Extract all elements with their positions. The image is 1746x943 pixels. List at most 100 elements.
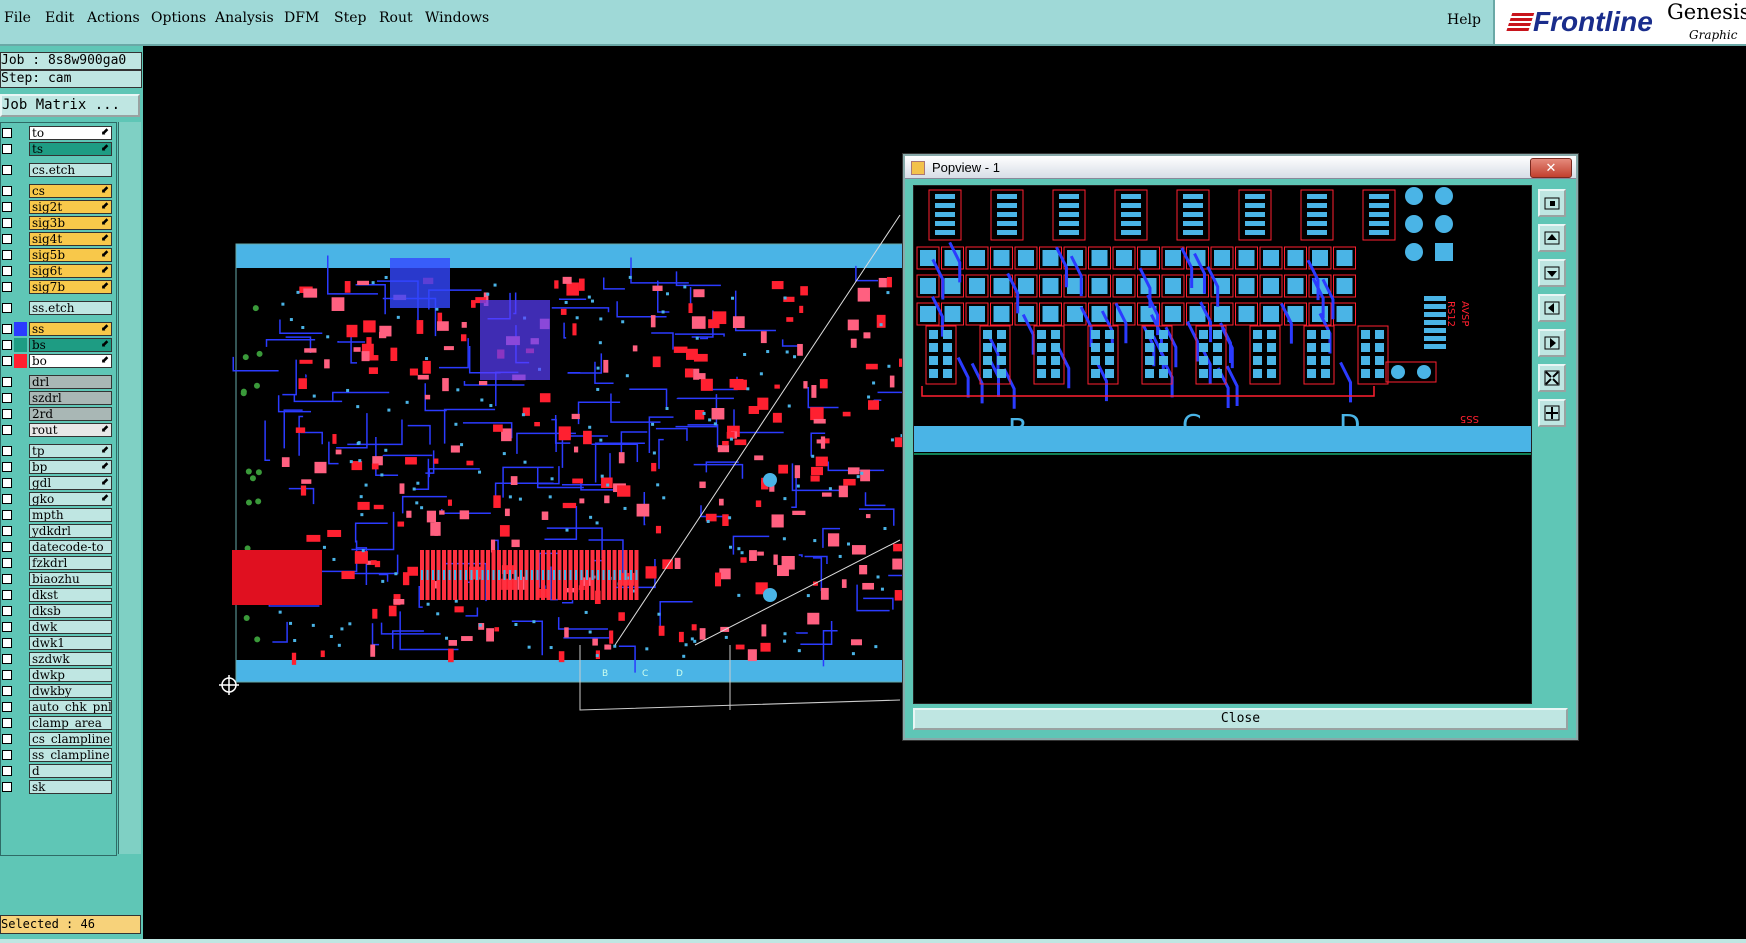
layer-color-swatch[interactable]: [14, 748, 27, 762]
layer-color-swatch[interactable]: [14, 636, 27, 650]
layer-color-swatch[interactable]: [14, 604, 27, 618]
layer-color-swatch[interactable]: [14, 588, 27, 602]
layer-row[interactable]: dksb: [1, 604, 115, 618]
layer-color-swatch[interactable]: [14, 200, 27, 214]
layer-name[interactable]: dwkby: [29, 684, 112, 698]
layer-name[interactable]: sig2t ⬋: [29, 200, 112, 214]
menu-file[interactable]: File: [4, 10, 31, 26]
layer-checkbox[interactable]: [2, 282, 12, 292]
pan-right-button[interactable]: [1538, 329, 1566, 357]
layer-name[interactable]: 2rd: [29, 407, 112, 421]
layer-name[interactable]: ydkdrl: [29, 524, 112, 538]
layer-checkbox[interactable]: [2, 766, 12, 776]
layer-color-swatch[interactable]: [14, 508, 27, 522]
close-icon[interactable]: ✕: [1530, 158, 1572, 178]
layer-color-swatch[interactable]: [14, 652, 27, 666]
layer-color-swatch[interactable]: [14, 407, 27, 421]
layer-color-swatch[interactable]: [14, 684, 27, 698]
layer-color-swatch[interactable]: [14, 476, 27, 490]
layer-checkbox[interactable]: [2, 425, 12, 435]
layer-checkbox[interactable]: [2, 574, 12, 584]
layer-color-swatch[interactable]: [14, 338, 27, 352]
layer-checkbox[interactable]: [2, 606, 12, 616]
layer-row[interactable]: datecode-to: [1, 540, 115, 554]
layer-row[interactable]: sk: [1, 780, 115, 794]
layer-row[interactable]: fzkdrl: [1, 556, 115, 570]
layer-name[interactable]: szdrl: [29, 391, 112, 405]
layer-color-swatch[interactable]: [14, 126, 27, 140]
layer-name[interactable]: clamp_area: [29, 716, 112, 730]
popview-canvas[interactable]: B C D RS12 AVSP SS5: [913, 185, 1532, 704]
layer-name[interactable]: cs_clampline: [29, 732, 112, 746]
layer-row[interactable]: ss ⬋: [1, 322, 115, 336]
layer-checkbox[interactable]: [2, 128, 12, 138]
menu-edit[interactable]: Edit: [45, 10, 74, 26]
layer-name[interactable]: fzkdrl: [29, 556, 112, 570]
layer-name[interactable]: gdl ⬋: [29, 476, 112, 490]
layer-name[interactable]: dwk1: [29, 636, 112, 650]
layer-name[interactable]: tp ⬋: [29, 444, 112, 458]
layer-name[interactable]: auto_chk_pnl: [29, 700, 112, 714]
layer-row[interactable]: szdrl: [1, 391, 115, 405]
layer-color-swatch[interactable]: [14, 572, 27, 586]
pan-down-button[interactable]: [1538, 259, 1566, 287]
layer-color-swatch[interactable]: [14, 620, 27, 634]
layer-name[interactable]: ts ⬋: [29, 142, 112, 156]
layer-color-swatch[interactable]: [14, 460, 27, 474]
layer-row[interactable]: sig7b ⬋: [1, 280, 115, 294]
layer-checkbox[interactable]: [2, 144, 12, 154]
layer-row[interactable]: mpth: [1, 508, 115, 522]
layer-row[interactable]: bo ⬋: [1, 354, 115, 368]
layer-row[interactable]: 2rd: [1, 407, 115, 421]
layer-name[interactable]: ss.etch: [29, 301, 112, 315]
layer-checkbox[interactable]: [2, 718, 12, 728]
layer-checkbox[interactable]: [2, 558, 12, 568]
menu-rout[interactable]: Rout: [379, 10, 413, 26]
layer-checkbox[interactable]: [2, 478, 12, 488]
layer-name[interactable]: cs ⬋: [29, 184, 112, 198]
layer-name[interactable]: sig5b ⬋: [29, 248, 112, 262]
layer-name[interactable]: datecode-to: [29, 540, 112, 554]
layer-checkbox[interactable]: [2, 218, 12, 228]
layer-checkbox[interactable]: [2, 462, 12, 472]
layer-row[interactable]: biaozhu: [1, 572, 115, 586]
layer-name[interactable]: dkst: [29, 588, 112, 602]
menu-step[interactable]: Step: [334, 10, 366, 26]
layer-checkbox[interactable]: [2, 622, 12, 632]
layer-row[interactable]: bs ⬋: [1, 338, 115, 352]
layer-name[interactable]: rout ⬋: [29, 423, 112, 437]
layer-name[interactable]: bs ⬋: [29, 338, 112, 352]
layer-color-swatch[interactable]: [14, 780, 27, 794]
layer-color-swatch[interactable]: [14, 668, 27, 682]
layer-checkbox[interactable]: [2, 393, 12, 403]
layer-color-swatch[interactable]: [14, 163, 27, 177]
layer-row[interactable]: tp ⬋: [1, 444, 115, 458]
layer-color-swatch[interactable]: [14, 524, 27, 538]
layer-color-swatch[interactable]: [14, 764, 27, 778]
layer-color-swatch[interactable]: [14, 354, 27, 368]
layer-name[interactable]: sk: [29, 780, 112, 794]
layer-color-swatch[interactable]: [14, 248, 27, 262]
layer-checkbox[interactable]: [2, 542, 12, 552]
menu-analysis[interactable]: Analysis: [215, 10, 274, 26]
layer-row[interactable]: ss.etch: [1, 301, 115, 315]
popview-titlebar[interactable]: Popview - 1 ✕: [905, 156, 1576, 179]
layer-checkbox[interactable]: [2, 590, 12, 600]
layer-color-swatch[interactable]: [14, 142, 27, 156]
layer-checkbox[interactable]: [2, 654, 12, 664]
layer-row[interactable]: gko ⬋: [1, 492, 115, 506]
layer-row[interactable]: clamp_area: [1, 716, 115, 730]
layer-name[interactable]: ss_clampline: [29, 748, 112, 762]
layer-checkbox[interactable]: [2, 734, 12, 744]
layer-checkbox[interactable]: [2, 638, 12, 648]
layer-color-swatch[interactable]: [14, 423, 27, 437]
layer-color-swatch[interactable]: [14, 540, 27, 554]
layer-color-swatch[interactable]: [14, 391, 27, 405]
layer-color-swatch[interactable]: [14, 375, 27, 389]
layer-checkbox[interactable]: [2, 446, 12, 456]
layer-name[interactable]: cs.etch: [29, 163, 112, 177]
layer-color-swatch[interactable]: [14, 301, 27, 315]
layer-checkbox[interactable]: [2, 340, 12, 350]
layer-row[interactable]: dwk: [1, 620, 115, 634]
layer-color-swatch[interactable]: [14, 322, 27, 336]
